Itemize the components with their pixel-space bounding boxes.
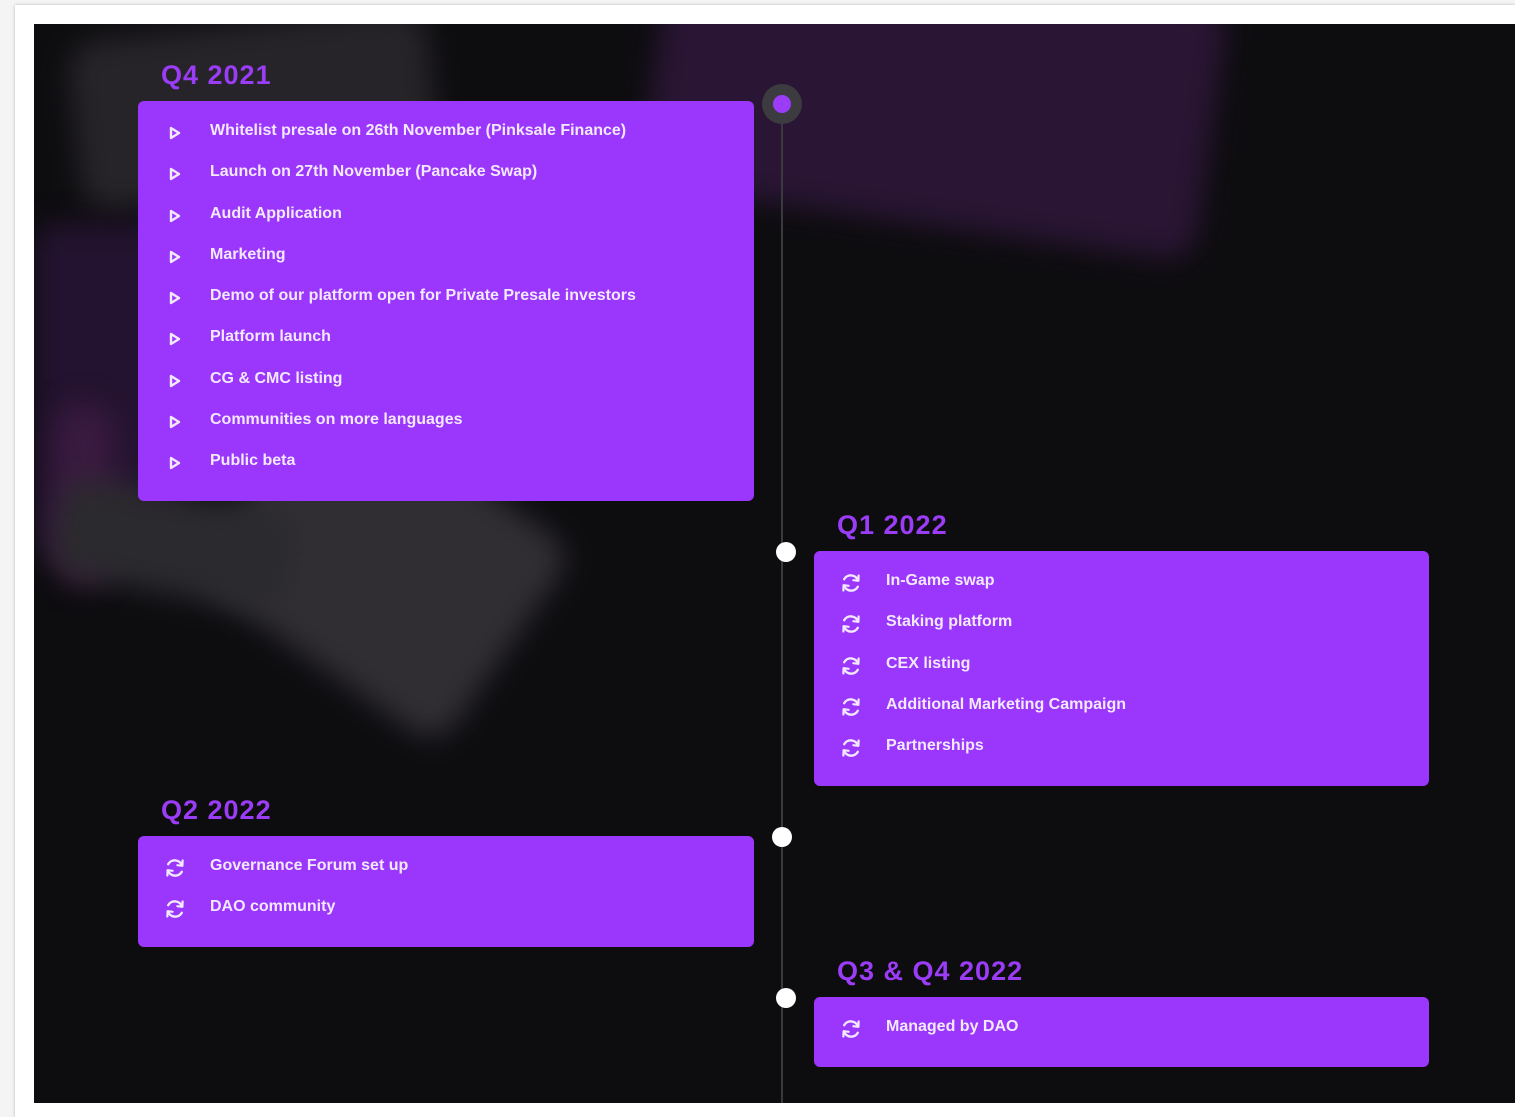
play-triangle-icon	[162, 244, 188, 270]
roadmap-item: Staking platform	[814, 610, 1429, 651]
roadmap-item-label: Public beta	[210, 452, 296, 470]
timeline-line	[781, 104, 783, 1103]
roadmap-card-q3-q4-2022: Managed by DAO	[814, 997, 1429, 1067]
play-triangle-icon	[162, 203, 188, 229]
refresh-icon	[838, 1016, 864, 1042]
roadmap-item: Public beta	[138, 449, 754, 490]
roadmap-item: CEX listing	[814, 652, 1429, 693]
roadmap-item: Partnerships	[814, 734, 1429, 775]
timeline-node	[776, 542, 796, 562]
play-triangle-icon	[162, 161, 188, 187]
play-triangle-icon	[162, 450, 188, 476]
play-triangle-icon	[162, 326, 188, 352]
roadmap-item-label: Platform launch	[210, 328, 331, 346]
roadmap-item: Whitelist presale on 26th November (Pink…	[138, 119, 754, 160]
roadmap-section: Q4 2021 Whitelist presale on 26th Novemb…	[34, 24, 1515, 1103]
refresh-icon	[838, 653, 864, 679]
refresh-icon	[838, 735, 864, 761]
roadmap-item-label: Partnerships	[886, 737, 984, 755]
quarter-title: Q4 2021	[161, 60, 272, 90]
refresh-icon	[838, 570, 864, 596]
roadmap-card-q1-2022: In-Game swap Staking platform CEX listing A…	[814, 551, 1429, 786]
roadmap-item-label: Demo of our platform open for Private Pr…	[210, 287, 636, 305]
roadmap-item-label: In-Game swap	[886, 572, 995, 589]
roadmap-item-label: DAO community	[210, 898, 336, 916]
play-triangle-icon	[162, 285, 188, 311]
refresh-icon	[838, 611, 864, 637]
roadmap-item: Governance Forum set up	[138, 854, 754, 895]
roadmap-card-q4-2021: Whitelist presale on 26th November (Pink…	[138, 101, 754, 501]
roadmap-item: Demo of our platform open for Private Pr…	[138, 284, 754, 325]
roadmap-item-label: Whitelist presale on 26th November (Pink…	[210, 122, 627, 139]
play-triangle-icon	[162, 409, 188, 435]
play-triangle-icon	[162, 120, 188, 146]
quarter-title: Q3 & Q4 2022	[837, 956, 1024, 986]
roadmap-item: Marketing	[138, 243, 754, 284]
roadmap-item-label: Audit Application	[210, 204, 342, 222]
quarter-title: Q2 2022	[161, 795, 272, 825]
roadmap-item-label: CG & CMC listing	[210, 369, 343, 387]
timeline-node	[772, 827, 792, 847]
roadmap-item-label: Launch on 27th November (Pancake Swap)	[210, 163, 538, 181]
roadmap-card-q2-2022: Governance Forum set up DAO community	[138, 836, 754, 947]
roadmap-item-label: Managed by DAO	[886, 1018, 1019, 1035]
roadmap-item: Additional Marketing Campaign	[814, 693, 1429, 734]
refresh-icon	[162, 855, 188, 881]
roadmap-item: DAO community	[138, 895, 754, 936]
timeline-node	[776, 988, 796, 1008]
roadmap-item: CG & CMC listing	[138, 367, 754, 408]
quarter-title: Q1 2022	[837, 510, 948, 540]
roadmap-item-label: Marketing	[210, 245, 286, 263]
roadmap-item: Audit Application	[138, 202, 754, 243]
timeline-node-current	[762, 84, 802, 124]
roadmap-item: Communities on more languages	[138, 408, 754, 449]
roadmap-item: Managed by DAO	[814, 1015, 1429, 1056]
refresh-icon	[162, 896, 188, 922]
roadmap-item-label: Additional Marketing Campaign	[886, 695, 1127, 713]
refresh-icon	[838, 694, 864, 720]
roadmap-item-label: Staking platform	[886, 613, 1013, 631]
roadmap-item-label: Communities on more languages	[210, 411, 463, 429]
roadmap-item: In-Game swap	[814, 569, 1429, 610]
roadmap-item-label: Governance Forum set up	[210, 857, 409, 874]
roadmap-item-label: CEX listing	[886, 654, 971, 672]
roadmap-item: Platform launch	[138, 325, 754, 366]
play-triangle-icon	[162, 368, 188, 394]
roadmap-item: Launch on 27th November (Pancake Swap)	[138, 160, 754, 201]
